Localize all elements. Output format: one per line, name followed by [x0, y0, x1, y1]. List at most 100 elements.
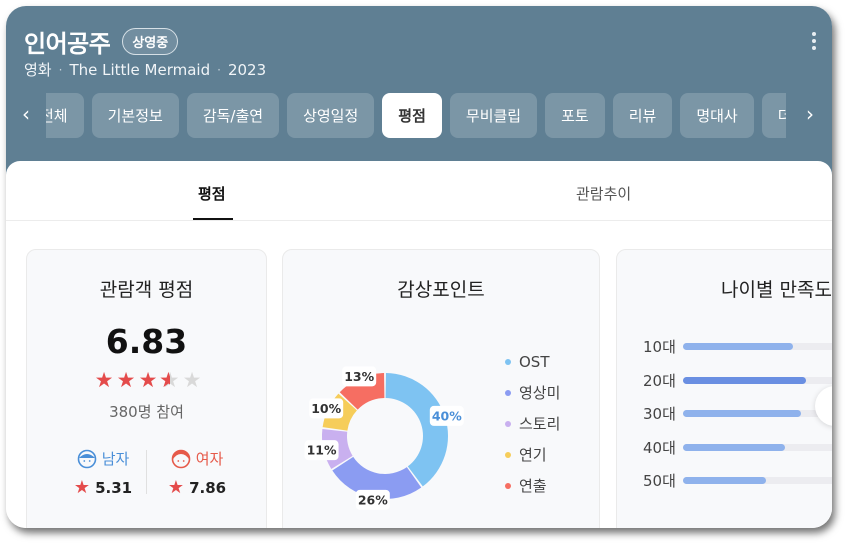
legend-item: OST — [505, 346, 560, 377]
age-bar-fill — [683, 443, 786, 451]
star-icon: ★ — [182, 368, 202, 392]
category-label: 영화 — [24, 61, 52, 79]
male-icon — [77, 449, 96, 468]
tab-item[interactable]: 평점 — [382, 93, 442, 138]
tab-item[interactable]: 리뷰 — [612, 93, 673, 138]
card-title: 관람객 평점 — [99, 279, 194, 301]
tab-item[interactable]: 감독/출연 — [186, 93, 280, 138]
age-bar-track — [683, 443, 832, 451]
age-label: 10대 — [643, 338, 676, 356]
legend-swatch — [505, 482, 511, 489]
divider — [146, 450, 147, 494]
movie-title: 인어공주 — [24, 30, 111, 58]
legend-swatch — [505, 420, 511, 427]
tab-item[interactable]: 무비클립 — [449, 93, 538, 138]
audience-rating-card: 관람객 평점 6.83 ★ ★ ★ ★ ★ ★ 380명 참여 남자 ★ 5.31 — [26, 249, 267, 528]
card-title: 나이별 만족도 — [721, 279, 832, 301]
chevron-right-icon[interactable]: › — [798, 102, 822, 126]
slice-label: 11% — [304, 440, 339, 461]
tab-item[interactable]: 기본정보 — [91, 93, 179, 138]
viewing-points-card: 감상포인트 40% 26% 11% 10% 13% OST 영상미스토리연기연출 — [282, 249, 600, 528]
tab-item[interactable]: 전체 — [46, 93, 84, 138]
subtab-rating[interactable]: 평점 — [198, 183, 226, 204]
tab-item[interactable]: 명대사 — [680, 93, 754, 138]
slice-label: 26% — [355, 489, 390, 510]
viewing-points-donut-chart: 40% 26% 11% 10% 13% — [304, 366, 464, 510]
female-label: 여자 — [195, 450, 224, 468]
active-subtab-indicator — [193, 218, 233, 220]
age-label: 50대 — [643, 472, 676, 490]
legend-label: 스토리 — [519, 415, 561, 433]
legend-item: 스토리 — [505, 408, 560, 439]
age-bar-track — [683, 410, 832, 417]
tab-bar: 전체기본정보감독/출연상영일정평점무비클립포토리뷰명대사 더보기 — [46, 93, 786, 139]
status-badge: 상영중 — [122, 28, 179, 55]
card-title: 감상포인트 — [397, 279, 485, 301]
star-icon: ★ — [167, 477, 185, 498]
age-label: 40대 — [643, 438, 676, 457]
chevron-left-icon[interactable]: ‹ — [14, 102, 38, 126]
age-row: 10대 — [643, 336, 832, 357]
age-row: 30대 — [643, 403, 832, 424]
age-row: 50대 — [643, 470, 832, 491]
male-rating: 남자 ★ 5.31 — [63, 448, 143, 498]
age-satisfaction-card: 나이별 만족도 10대 20대 30대 40대 50대 — [616, 249, 832, 528]
app-frame: 인어공주 상영중 영화 · The Little Mermaid · 2023 … — [6, 6, 832, 528]
tab-item[interactable]: 상영일정 — [287, 93, 375, 138]
female-score: 7.86 — [189, 478, 227, 497]
svg-text:40%: 40% — [432, 408, 462, 423]
separator: · — [58, 62, 63, 77]
star-icon: ★ — [94, 368, 114, 392]
participant-count: 380명 참여 — [109, 403, 184, 421]
age-bar-track — [683, 477, 832, 484]
more-options-icon[interactable] — [812, 32, 816, 50]
legend-swatch — [505, 389, 511, 396]
female-icon — [171, 449, 190, 468]
age-label: 30대 — [643, 405, 676, 423]
movie-header: 인어공주 상영중 영화 · The Little Mermaid · 2023 … — [6, 6, 832, 176]
svg-text:10%: 10% — [311, 401, 341, 416]
separator: · — [217, 62, 221, 77]
svg-text:11%: 11% — [307, 443, 337, 458]
legend-label: 연출 — [519, 477, 547, 495]
release-year: 2023 — [227, 60, 267, 79]
male-score: 5.31 — [95, 478, 133, 497]
legend-item: 영상미 — [505, 377, 560, 408]
star-icon: ★ — [116, 368, 136, 392]
svg-text:26%: 26% — [358, 492, 388, 507]
legend-label: OST — [519, 352, 550, 371]
age-bar-fill — [683, 376, 807, 384]
age-bar-fill — [683, 410, 802, 417]
slice-label: 13% — [342, 366, 377, 387]
slice-label: 40% — [429, 405, 464, 426]
subtab-bar: 평점 관람추이 — [6, 161, 832, 221]
chart-legend: OST 영상미스토리연기연출 — [505, 346, 560, 501]
age-bar-fill — [683, 477, 767, 484]
tab-item[interactable]: 더보기 — [761, 93, 786, 138]
subtab-trend[interactable]: 관람추이 — [576, 183, 631, 204]
age-label: 20대 — [643, 371, 676, 390]
legend-swatch — [505, 358, 511, 365]
star-icon: ★ — [73, 477, 91, 498]
male-label: 남자 — [101, 450, 130, 468]
female-rating: 여자 ★ 7.86 — [157, 448, 237, 498]
movie-meta: 영화 · The Little Mermaid · 2023 — [24, 59, 266, 80]
svg-text:13%: 13% — [344, 369, 374, 384]
age-row: 40대 — [643, 437, 832, 458]
star-icon: ★ — [138, 368, 158, 392]
star-rating: ★ ★ ★ ★ ★ ★ — [93, 370, 203, 391]
age-row: 20대 — [643, 370, 832, 391]
legend-item: 연출 — [505, 470, 560, 501]
legend-label: 연기 — [519, 446, 547, 464]
tab-item[interactable]: 포토 — [545, 93, 605, 138]
original-title: The Little Mermaid — [69, 60, 211, 79]
donut-slice — [385, 373, 449, 487]
rating-score: 6.83 — [105, 322, 188, 361]
legend-label: 영상미 — [519, 384, 561, 402]
age-bar-fill — [683, 343, 794, 350]
slice-label: 10% — [309, 398, 344, 419]
legend-swatch — [505, 451, 511, 458]
legend-item: 연기 — [505, 439, 560, 470]
content-panel: 평점 관람추이 관람객 평점 6.83 ★ ★ ★ ★ ★ ★ 380명 참여 남자 — [6, 161, 832, 528]
star-icon: ★ ★ — [159, 368, 180, 392]
